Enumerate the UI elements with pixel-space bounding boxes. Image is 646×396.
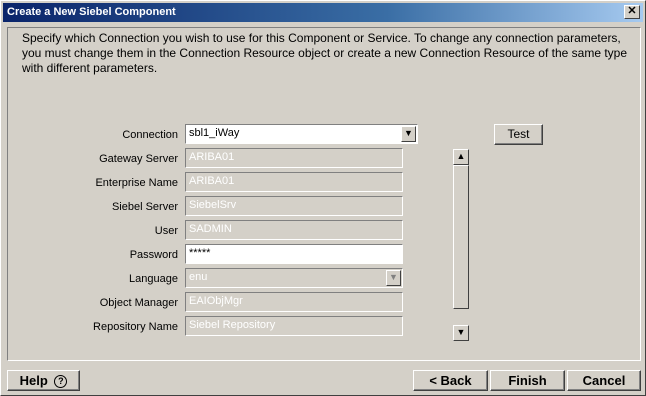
dialog-window: Create a New Siebel Component ✕ Specify … [0,0,646,396]
help-circle-icon: ? [54,375,68,389]
scroll-thumb[interactable] [453,165,469,309]
password-label: Password [129,249,178,261]
instructions-text: Specify which Connection you wish to use… [22,31,628,75]
siebel-server-field: SiebelSrv [185,196,403,216]
content-panel: Specify which Connection you wish to use… [7,27,641,361]
user-field: SADMIN [185,220,403,240]
chevron-down-icon: ▼ [386,270,401,286]
help-button[interactable]: Help ? [7,370,80,391]
arrow-up-icon[interactable]: ▲ [453,149,469,165]
language-label: Language [129,273,178,285]
close-button[interactable]: ✕ [624,5,640,19]
enterprise-name-label: Enterprise Name [95,177,178,189]
password-field[interactable]: ***** [185,244,403,264]
chevron-down-icon[interactable]: ▼ [401,126,416,142]
repository-name-field: Siebel Repository [185,316,403,336]
help-button-label: Help [19,373,48,388]
repository-name-label: Repository Name [93,321,178,333]
finish-button[interactable]: Finish [490,370,565,391]
form-scrollbar[interactable]: ▲ ▼ [453,149,469,341]
object-manager-field: EAIObjMgr [185,292,403,312]
language-value: enu [189,271,208,283]
user-label: User [154,225,178,237]
connection-dropdown[interactable]: sbl1_iWay ▼ [185,124,418,144]
gateway-server-field: ARIBA01 [185,148,403,168]
back-button[interactable]: < Back [413,370,488,391]
language-dropdown: enu ▼ [185,268,403,288]
connection-value: sbl1_iWay [189,127,240,139]
enterprise-name-field: ARIBA01 [185,172,403,192]
gateway-server-label: Gateway Server [99,153,178,165]
close-icon: ✕ [627,5,637,17]
arrow-down-icon[interactable]: ▼ [453,325,469,341]
connection-label: Connection [122,129,178,141]
cancel-button[interactable]: Cancel [567,370,641,391]
test-button[interactable]: Test [494,124,543,145]
object-manager-label: Object Manager [99,297,178,309]
siebel-server-label: Siebel Server [111,201,178,213]
title-bar[interactable]: Create a New Siebel Component ✕ [3,3,643,22]
window-title: Create a New Siebel Component [7,6,176,18]
